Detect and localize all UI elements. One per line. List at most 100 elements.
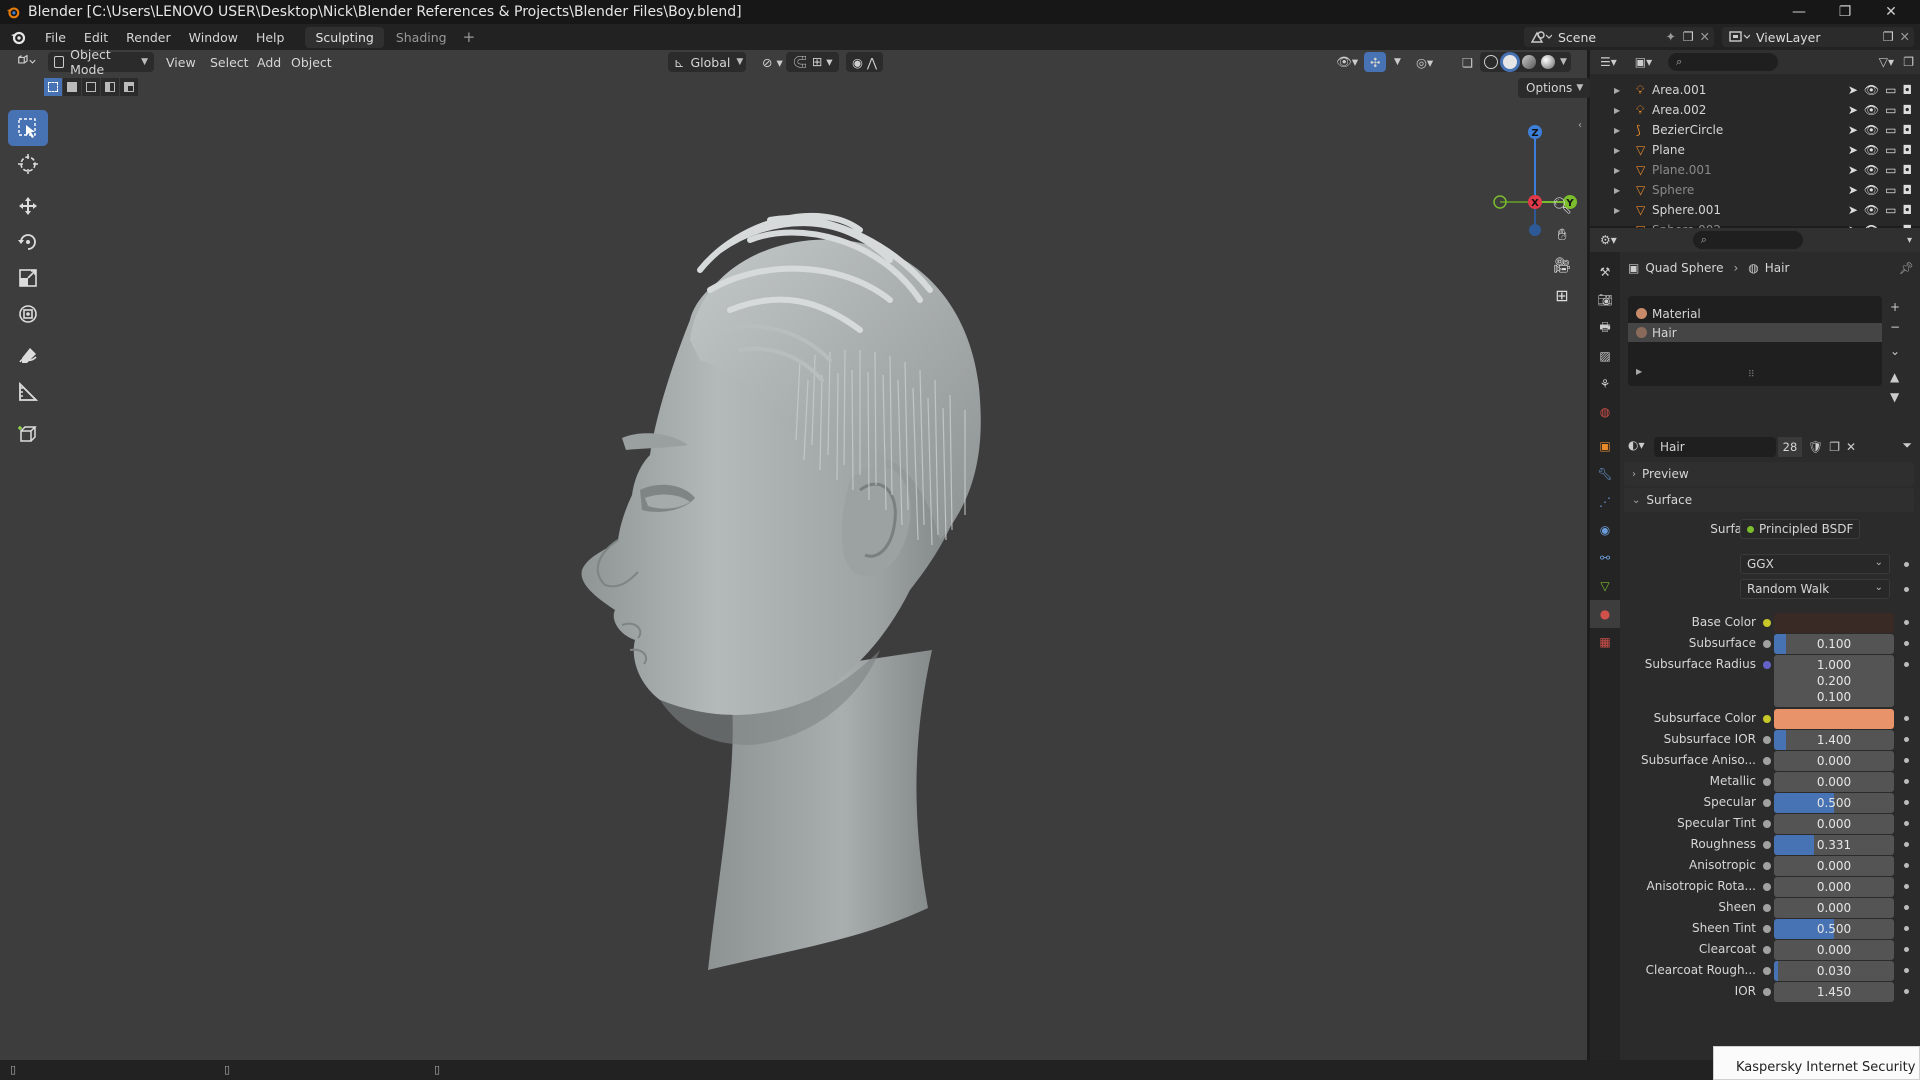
param-value-field[interactable]: 0.500 xyxy=(1774,793,1894,813)
socket-icon[interactable] xyxy=(1763,904,1771,912)
material-slot-material[interactable]: Material xyxy=(1628,304,1882,323)
material-name-field[interactable]: Hair xyxy=(1654,437,1776,457)
param-value-field[interactable]: 1.400 xyxy=(1774,730,1894,750)
gizmo-toggle-icon[interactable]: ✣ xyxy=(1364,52,1387,72)
viewport-disable-icon[interactable]: ▭ xyxy=(1885,183,1896,197)
delete-scene-icon[interactable]: ✕ xyxy=(1700,29,1710,44)
selectable-icon[interactable]: ➤ xyxy=(1848,203,1858,217)
viewport-disable-icon[interactable]: ▭ xyxy=(1885,203,1896,217)
expand-arrow-icon[interactable]: ▶ xyxy=(1614,106,1620,115)
param-value-field[interactable]: 0.000 xyxy=(1774,751,1894,771)
tab-material[interactable]: ● xyxy=(1590,600,1620,628)
eye-icon[interactable]: 👁︎ xyxy=(1864,183,1879,197)
display-mode-icon[interactable]: ▣▾ xyxy=(1635,55,1652,69)
tab-object[interactable]: ▣ xyxy=(1590,432,1620,460)
keyframe-dot-icon[interactable] xyxy=(1904,800,1909,805)
surface-shader-field[interactable]: Principled BSDF xyxy=(1740,519,1860,539)
menu-edit[interactable]: Edit xyxy=(75,30,117,45)
solid-shading-icon[interactable] xyxy=(1503,55,1517,69)
eye-icon[interactable]: 👁︎ xyxy=(1864,123,1879,137)
eye-icon[interactable]: 👁︎ xyxy=(1864,83,1879,97)
overlays-icon[interactable]: ◎▾ xyxy=(1410,52,1439,72)
keyframe-dot-icon[interactable] xyxy=(1904,562,1909,567)
preview-panel-header[interactable]: › Preview xyxy=(1624,462,1914,486)
remove-slot-icon[interactable]: − xyxy=(1890,320,1900,334)
delete-viewlayer-icon[interactable]: ✕ xyxy=(1900,29,1910,44)
param-value-field[interactable]: 0.500 xyxy=(1774,919,1894,939)
chevron-down-icon[interactable]: ▼ xyxy=(1388,52,1407,72)
socket-icon[interactable] xyxy=(1763,736,1771,744)
param-value-field[interactable]: 0.000 xyxy=(1774,856,1894,876)
expand-arrow-icon[interactable]: ▶ xyxy=(1614,146,1620,155)
expand-arrow-icon[interactable]: ▶ xyxy=(1614,86,1620,95)
render-camera-icon[interactable]: ◘ xyxy=(1903,123,1913,137)
keyframe-dot-icon[interactable] xyxy=(1904,587,1909,592)
tab-view-layer[interactable]: ▨ xyxy=(1590,342,1620,370)
snap-icon[interactable]: 🧲︎ ⊞ ▾ xyxy=(786,52,839,72)
keyframe-dot-icon[interactable] xyxy=(1904,926,1909,931)
render-camera-icon[interactable]: ◘ xyxy=(1903,163,1913,177)
eye-icon[interactable]: 👁︎ xyxy=(1864,143,1879,157)
render-camera-icon[interactable]: ◘ xyxy=(1903,143,1913,157)
tab-data[interactable]: ▽ xyxy=(1590,572,1620,600)
material-slot-hair[interactable]: Hair xyxy=(1628,323,1882,342)
rendered-shading-icon[interactable] xyxy=(1541,55,1555,69)
proportional-edit-icon[interactable]: ◉ ⋀ xyxy=(846,52,884,72)
select-box-tool[interactable] xyxy=(8,110,48,146)
outliner-row[interactable]: ▶ 💡︎ Area.001 ➤ 👁︎ ▭ ◘ xyxy=(1590,80,1920,100)
mode-dropdown[interactable]: Object Mode ▼ xyxy=(48,47,154,77)
pivot-point-icon[interactable]: ⊘ ▾ xyxy=(756,52,789,72)
render-camera-icon[interactable]: ◘ xyxy=(1903,83,1913,97)
annotate-tool[interactable] xyxy=(8,338,48,374)
socket-icon[interactable] xyxy=(1763,799,1771,807)
viewport-disable-icon[interactable]: ▭ xyxy=(1885,163,1896,177)
visibility-icon[interactable]: 👁︎▾ xyxy=(1330,52,1364,72)
selectable-icon[interactable]: ➤ xyxy=(1848,183,1858,197)
keyframe-dot-icon[interactable] xyxy=(1904,758,1909,763)
select-extend-icon[interactable] xyxy=(63,78,81,96)
menu-window[interactable]: Window xyxy=(180,30,247,45)
outliner-row[interactable]: ▶ ▽ Sphere.001 ➤ 👁︎ ▭ ◘ xyxy=(1590,200,1920,220)
scale-tool[interactable] xyxy=(8,260,48,296)
viewport-menu-view[interactable]: View xyxy=(160,52,202,72)
tab-particles[interactable]: ⋰ xyxy=(1590,488,1620,516)
param-value-field[interactable]: 0.000 xyxy=(1774,898,1894,918)
keyframe-dot-icon[interactable] xyxy=(1904,821,1909,826)
pin-icon[interactable]: 📌︎ xyxy=(1899,261,1914,275)
outliner-editor-icon[interactable]: ☰▾ xyxy=(1600,55,1617,69)
render-camera-icon[interactable]: ◘ xyxy=(1903,103,1913,117)
expand-arrow-icon[interactable]: ▶ xyxy=(1614,206,1620,215)
param-value-field[interactable]: 0.000 xyxy=(1774,772,1894,792)
expand-arrow-icon[interactable]: ▶ xyxy=(1614,126,1620,135)
keyframe-dot-icon[interactable] xyxy=(1904,947,1909,952)
socket-icon[interactable] xyxy=(1763,820,1771,828)
viewport-disable-icon[interactable]: ▭ xyxy=(1885,123,1896,137)
tab-texture[interactable]: ▦ xyxy=(1590,628,1620,656)
param-value-field[interactable]: 0.000 xyxy=(1774,814,1894,834)
chevron-down-icon[interactable]: ▼ xyxy=(1560,57,1567,67)
add-cube-tool[interactable] xyxy=(8,416,48,452)
pin-icon[interactable]: ✦ xyxy=(1666,29,1676,44)
minimize-button[interactable]: — xyxy=(1776,0,1822,24)
param-value-field[interactable]: 1.450 xyxy=(1774,982,1894,1002)
param-value-field[interactable]: 0.100 xyxy=(1774,687,1894,707)
material-users-count[interactable]: 28 xyxy=(1778,437,1802,457)
close-window-button[interactable]: ✕ xyxy=(1868,0,1914,24)
cursor-tool[interactable] xyxy=(8,146,48,182)
viewport-menu-add[interactable]: Add xyxy=(251,52,287,72)
chevron-down-icon[interactable]: ▾ xyxy=(1907,235,1912,246)
outliner-row[interactable]: ▶ ⟆ BezierCircle ➤ 👁︎ ▭ ◘ xyxy=(1590,120,1920,140)
keyframe-dot-icon[interactable] xyxy=(1904,737,1909,742)
socket-icon[interactable] xyxy=(1763,715,1771,723)
keyframe-dot-icon[interactable] xyxy=(1904,620,1909,625)
new-viewlayer-icon[interactable]: ❐ xyxy=(1883,29,1894,44)
options-dropdown[interactable]: Options ▼ xyxy=(1518,78,1592,98)
tab-render[interactable]: 📷︎ xyxy=(1590,286,1620,314)
param-value-field[interactable]: 0.331 xyxy=(1774,835,1894,855)
selectable-icon[interactable]: ➤ xyxy=(1848,163,1858,177)
expand-icon[interactable]: ▶ xyxy=(1636,367,1642,376)
move-up-icon[interactable]: ▲ xyxy=(1890,370,1900,384)
keyframe-dot-icon[interactable] xyxy=(1904,968,1909,973)
scene-selector[interactable]: Scene ✦ ❐ ✕ xyxy=(1524,27,1714,47)
socket-icon[interactable] xyxy=(1763,619,1771,627)
